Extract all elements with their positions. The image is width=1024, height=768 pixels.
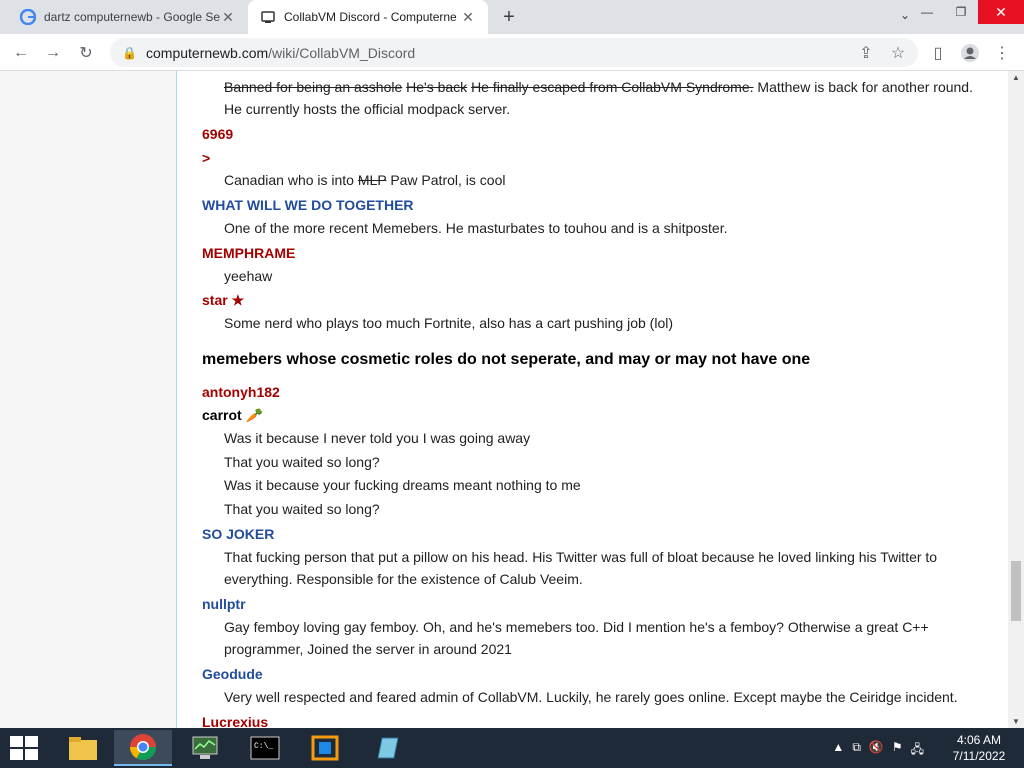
taskbar-clock[interactable]: 4:06 AM 7/11/2022 xyxy=(944,732,1014,764)
system-monitor-icon[interactable] xyxy=(176,730,234,766)
reload-icon[interactable]: ↻ xyxy=(75,42,97,64)
window-controls: — ❐ ✕ xyxy=(910,0,1024,24)
url-host: computernewb.com xyxy=(146,44,269,61)
entry-text-nullptr: Gay femboy loving gay femboy. Oh, and he… xyxy=(224,616,984,660)
entry-text-matthew: Banned for being an asshole He's back He… xyxy=(224,76,984,120)
forward-arrow-icon[interactable]: → xyxy=(42,42,64,64)
member-name-so-joker: SO JOKER xyxy=(202,526,275,542)
browser-toolbar: ← → ↻ 🔒 computernewb.com/wiki/CollabVM_D… xyxy=(0,34,1024,71)
entry-text-line: Gay femboy loving gay femboy. Oh, and he… xyxy=(224,619,929,635)
profile-avatar-icon[interactable] xyxy=(959,42,981,64)
side-panel-icon[interactable]: ▯ xyxy=(927,42,949,64)
entry-text-canadian: Canadian who is into MLP Paw Patrol, is … xyxy=(224,169,984,191)
entry-text-normal: Matthew is back for another round. xyxy=(757,79,973,95)
tray-app-icon[interactable]: ⧉ xyxy=(852,740,861,761)
close-tab-icon[interactable]: ✕ xyxy=(220,9,236,26)
entry-text-together: One of the more recent Memebers. He mast… xyxy=(224,220,728,236)
lock-icon[interactable]: 🔒 xyxy=(122,46,137,60)
entry-text-carrot-1: Was it because I never told you I was go… xyxy=(224,430,531,446)
url-path: /wiki/CollabVM_Discord xyxy=(268,44,416,61)
tab-collabvm-discord[interactable]: CollabVM Discord - Computerne ✕ xyxy=(248,0,488,34)
strike-text: He finally escaped from CollabVM Syndrom… xyxy=(471,79,754,95)
wiki-content: Banned for being an asshole He's back He… xyxy=(176,71,1008,728)
member-name-carrot: carrot 🥕 xyxy=(202,407,264,423)
close-tab-icon[interactable]: ✕ xyxy=(460,9,476,26)
tab-search-chevron-icon[interactable]: ⌄ xyxy=(900,8,910,22)
scroll-up-arrow-icon[interactable]: ▲ xyxy=(1012,73,1020,82)
volume-muted-icon[interactable]: 🔇 xyxy=(869,740,884,761)
member-name-geodude: Geodude xyxy=(202,666,263,682)
member-name-gt: > xyxy=(202,150,211,166)
command-prompt-icon[interactable]: C:\_ xyxy=(236,730,294,766)
member-name-6969: 6969 xyxy=(202,126,234,142)
member-name-lucrexius: Lucrexius xyxy=(202,714,269,728)
tab-title: CollabVM Discord - Computerne xyxy=(284,10,457,24)
svg-text:C:\_: C:\_ xyxy=(254,742,273,751)
member-name-antonyh182: antonyh182 xyxy=(202,384,280,400)
tab-title: dartz computernewb - Google Se xyxy=(44,10,220,24)
address-bar[interactable]: 🔒 computernewb.com/wiki/CollabVM_Discord xyxy=(110,38,918,67)
bookmark-star-icon[interactable]: ☆ xyxy=(887,42,909,64)
virtualbox-icon[interactable] xyxy=(296,730,354,766)
clock-time: 4:06 AM xyxy=(956,733,1002,747)
scroll-down-arrow-icon[interactable]: ▼ xyxy=(1012,717,1020,726)
computernewb-icon xyxy=(260,9,276,25)
entry-text-memphrame: yeehaw xyxy=(224,268,273,284)
scrollbar-thumb[interactable] xyxy=(1011,561,1021,621)
entry-text-line: That fucking person that put a pillow on… xyxy=(224,549,938,565)
member-name-nullptr: nullptr xyxy=(202,596,246,612)
page-viewport: Banned for being an asshole He's back He… xyxy=(0,71,1024,728)
entry-text-geodude: Very well respected and feared admin of … xyxy=(224,689,958,705)
tab-google-search[interactable]: dartz computernewb - Google Se ✕ xyxy=(8,0,248,34)
entry-text-carrot-3: Was it because your fucking dreams meant… xyxy=(224,477,581,493)
restore-icon[interactable]: ❐ xyxy=(944,0,978,24)
strike-text: He's back xyxy=(406,79,468,95)
menu-kebab-icon[interactable]: ⋮ xyxy=(991,42,1013,64)
system-tray: ▲ ⧉ 🔇 ⚑ 🖧 xyxy=(832,740,924,761)
clock-date: 7/11/2022 xyxy=(952,749,1006,763)
member-name-what-will-we-do-together: WHAT WILL WE DO TOGETHER xyxy=(202,197,414,213)
google-g-icon xyxy=(20,9,36,25)
entry-text-line: He currently hosts the official modpack … xyxy=(224,101,511,117)
show-hidden-icons-chevron-icon[interactable]: ▲ xyxy=(832,740,844,761)
tab-strip: dartz computernewb - Google Se ✕ CollabV… xyxy=(0,0,1024,34)
entry-text-part: Paw Patrol, is cool xyxy=(390,172,506,188)
file-explorer-icon[interactable] xyxy=(54,730,112,766)
section-heading: memebers whose cosmetic roles do not sep… xyxy=(202,351,811,368)
entry-text-sojoker: That fucking person that put a pillow on… xyxy=(224,546,984,590)
network-icon[interactable]: 🖧 xyxy=(911,740,924,761)
minimize-icon[interactable]: — xyxy=(910,0,944,24)
member-name-star: star ★ xyxy=(202,292,245,308)
share-icon[interactable]: ⇪ xyxy=(855,42,877,64)
close-window-icon[interactable]: ✕ xyxy=(978,0,1024,24)
strike-text: MLP xyxy=(357,172,387,188)
entry-text-line: everything. Responsible for the existenc… xyxy=(224,571,583,587)
strike-text: Banned for being an asshole xyxy=(224,79,403,95)
notepad-icon[interactable] xyxy=(358,730,416,766)
new-tab-plus-icon[interactable]: + xyxy=(498,7,520,29)
entry-text-carrot-4: That you waited so long? xyxy=(224,501,380,517)
chrome-icon[interactable] xyxy=(114,730,172,766)
windows-start-icon[interactable] xyxy=(10,736,38,760)
entry-text-part: Canadian who is into xyxy=(224,172,354,188)
flag-icon[interactable]: ⚑ xyxy=(892,740,903,761)
member-name-memphrame: MEMPHRAME xyxy=(202,245,296,261)
entry-text-star: Some nerd who plays too much Fortnite, a… xyxy=(224,315,674,331)
entry-text-line: programmer, Joined the server in around … xyxy=(224,641,512,657)
windows-taskbar: C:\_ ▲ ⧉ 🔇 ⚑ 🖧 4:06 AM 7/11/2022 xyxy=(0,728,1024,768)
page-scrollbar[interactable]: ▲ ▼ xyxy=(1008,71,1024,728)
back-arrow-icon[interactable]: ← xyxy=(10,42,32,64)
entry-text-carrot-2: That you waited so long? xyxy=(224,454,380,470)
